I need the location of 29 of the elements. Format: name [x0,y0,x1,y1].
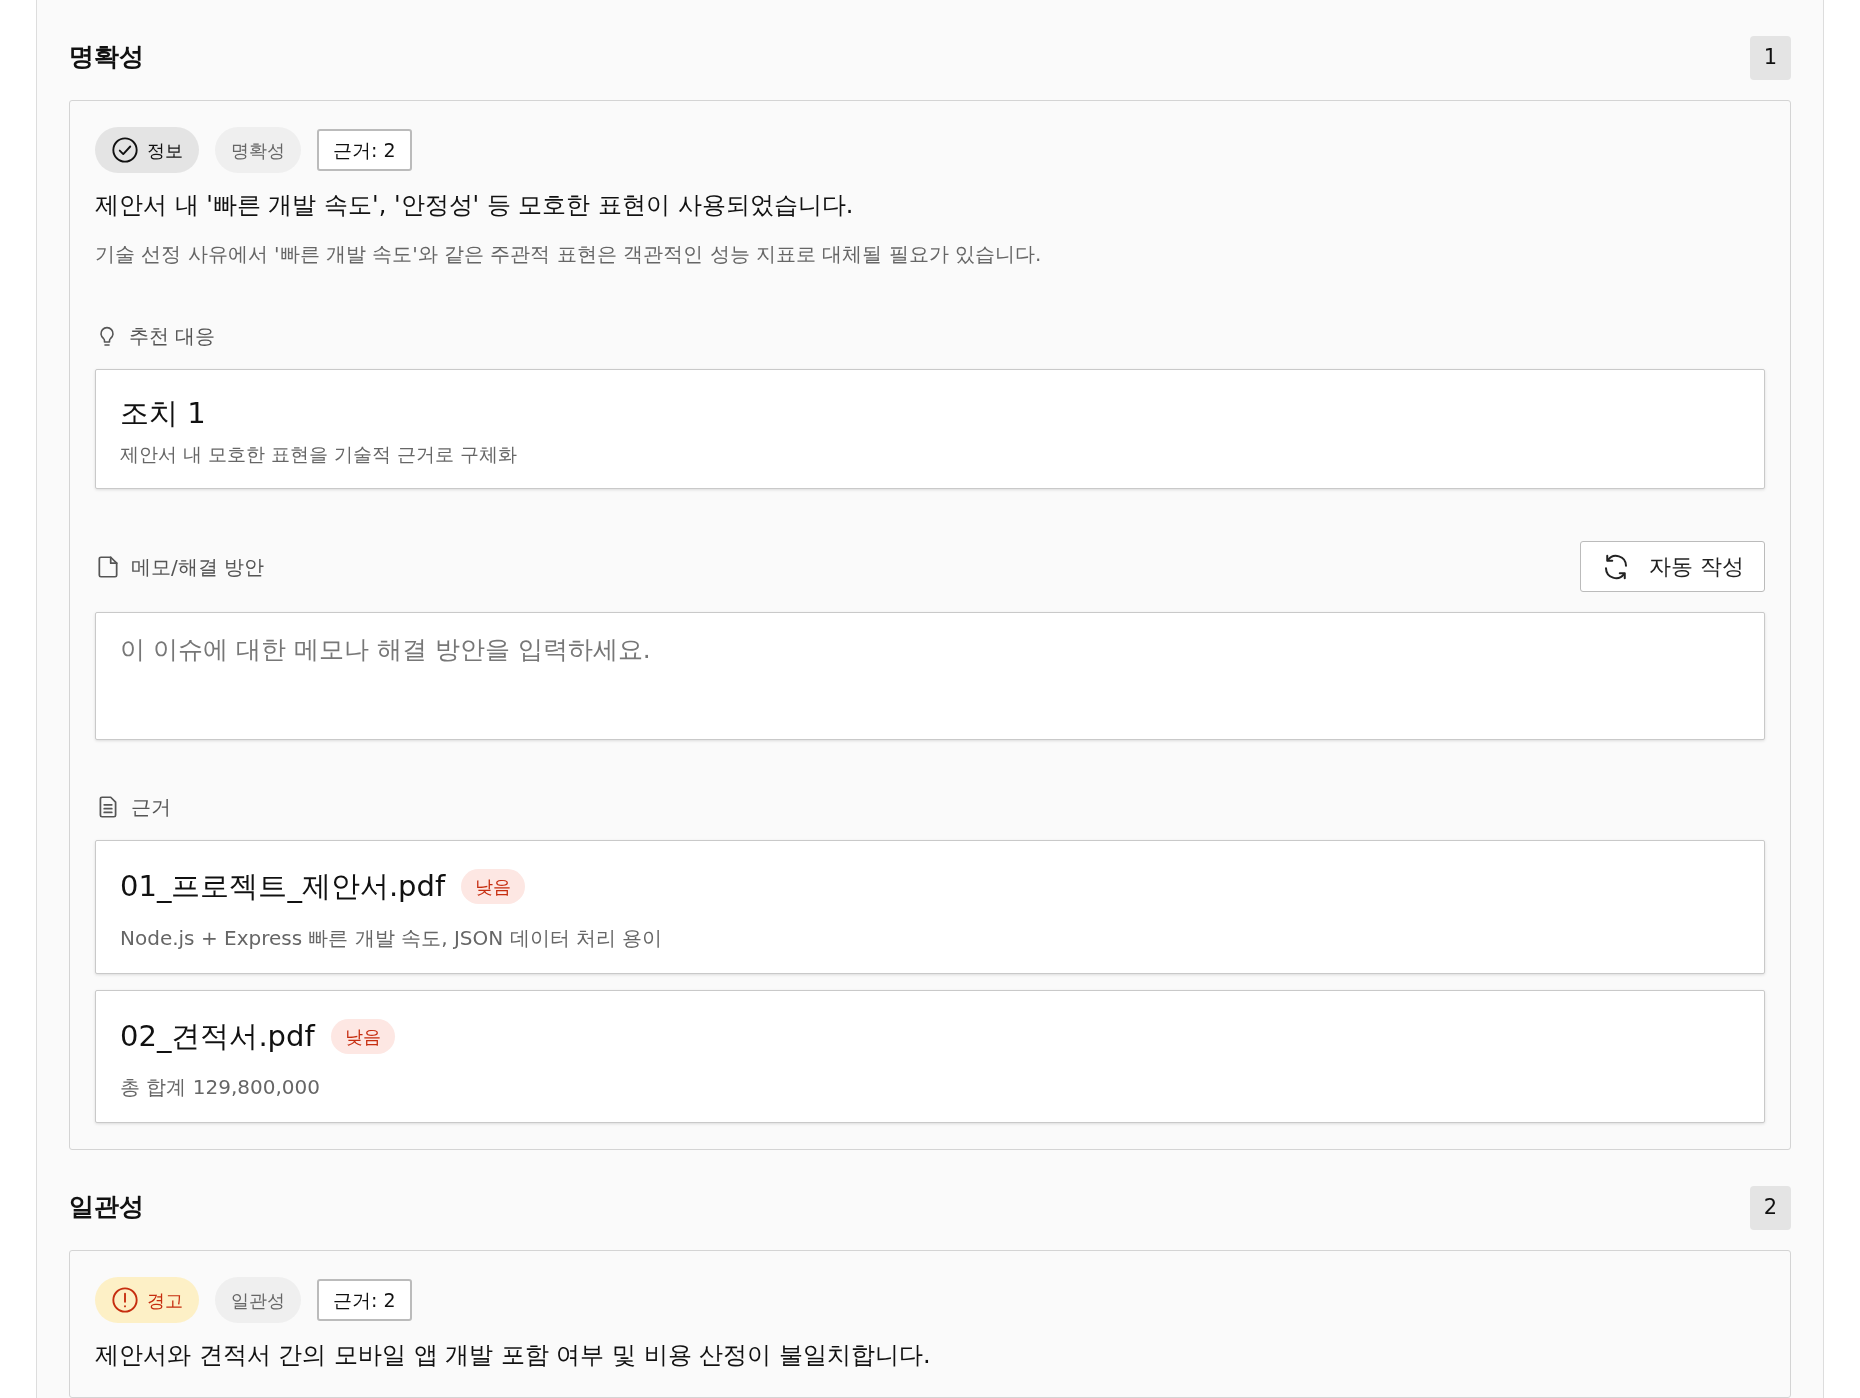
file-name: 01_프로젝트_제안서.pdf [120,868,446,905]
evidence-excerpt: 총 합계 129,800,000 [120,1074,321,1101]
issue-title: 제안서와 견적서 간의 모바일 앱 개발 포함 여부 및 비용 산정이 불일치합니다. [95,1340,932,1371]
severity-badge: 정보 [95,127,199,173]
relevance-badge: 낮음 [461,869,526,905]
recommendation-title: 조치 1 [120,395,207,432]
document-icon [95,553,121,580]
evidence-count: 근거: 2 [317,129,412,171]
exclamation-circle-icon [111,1286,139,1314]
count-badge: 2 [1749,1186,1791,1230]
issue-title: 제안서 내 '빠른 개발 속도', '안정성' 등 모호한 표현이 사용되었습니다. [95,190,855,221]
issue-description: 기술 선정 사유에서 '빠른 개발 속도'와 같은 주관적 표현은 객관적인 성능 지표로 대체될 필요가 있습니다. [95,241,1043,268]
check-circle-icon [111,136,139,164]
section-label: 추천 대응 [129,323,216,350]
auto-write-button[interactable]: 자동 작성 [1580,541,1765,592]
section-label: 메모/해결 방안 [131,553,265,581]
memo-field[interactable]: 이 이슈에 대한 메모나 해결 방안을 입력하세요. [95,612,1765,740]
section-title: 일관성 [69,1191,144,1223]
section-title: 명확성 [69,41,144,73]
file-name: 02_견적서.pdf [120,1017,315,1055]
relevance-badge: 낮음 [330,1018,395,1054]
category-tag: 명확성 [215,127,301,173]
recommendation-detail: 제안서 내 모호한 표현을 기술적 근거로 구체화 [120,441,519,467]
count-badge: 1 [1749,36,1791,80]
category-tag: 일관성 [215,1277,301,1323]
evidence-excerpt: Node.js + Express 빠른 개발 속도, JSON 데이터 처리 용이 [120,924,664,952]
evidence-count: 근거: 2 [317,1279,412,1321]
section-label: 근거 [131,794,171,821]
severity-badge: 경고 [95,1277,199,1323]
